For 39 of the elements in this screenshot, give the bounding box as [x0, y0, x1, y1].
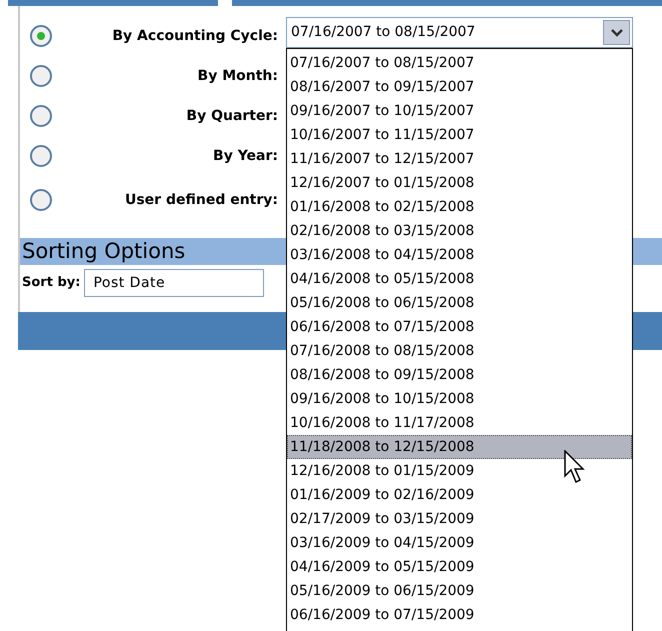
dropdown-option[interactable]: 07/16/2007 to 08/15/2007: [287, 51, 632, 75]
dropdown-option[interactable]: 01/16/2009 to 02/16/2009: [287, 483, 632, 507]
radio-button[interactable]: [30, 105, 52, 127]
dropdown-option[interactable]: 09/16/2007 to 10/15/2007: [287, 99, 632, 123]
dropdown-option[interactable]: 08/16/2007 to 09/15/2007: [287, 75, 632, 99]
dropdown-option[interactable]: 11/16/2007 to 12/15/2007: [287, 147, 632, 171]
dropdown-option[interactable]: 05/16/2009 to 06/15/2009: [287, 579, 632, 603]
dropdown-option[interactable]: 10/16/2008 to 11/17/2008: [287, 411, 632, 435]
radio-button[interactable]: [30, 145, 52, 167]
dropdown-option[interactable]: 03/16/2009 to 04/15/2009: [287, 531, 632, 555]
dropdown-option[interactable]: 03/16/2008 to 04/15/2008: [287, 243, 632, 267]
dropdown-option[interactable]: 08/16/2008 to 09/15/2008: [287, 363, 632, 387]
dropdown-option[interactable]: 04/16/2008 to 05/15/2008: [287, 267, 632, 291]
section-title: Sorting Options: [21, 241, 186, 262]
dropdown-option[interactable]: 10/16/2007 to 11/15/2007: [287, 123, 632, 147]
radio-button[interactable]: [30, 65, 52, 87]
dropdown-option[interactable]: 06/16/2008 to 07/15/2008: [287, 315, 632, 339]
radio-button[interactable]: [30, 25, 52, 47]
dropdown-option[interactable]: 02/16/2008 to 03/15/2008: [287, 219, 632, 243]
sort-by-field[interactable]: Post Date: [84, 269, 264, 297]
dropdown-option[interactable]: 04/16/2009 to 05/15/2009: [287, 555, 632, 579]
option-label: User defined entry:: [124, 190, 278, 210]
option-label: By Month:: [196, 66, 278, 86]
option-label: By Accounting Cycle:: [111, 26, 278, 46]
cycle-select[interactable]: 07/16/2007 to 08/15/2007: [286, 17, 633, 48]
radio-button[interactable]: [30, 189, 52, 211]
mouse-cursor-icon: [563, 450, 585, 486]
dropdown-option[interactable]: 11/18/2008 to 12/15/2008: [287, 435, 632, 459]
dropdown-option[interactable]: 09/16/2008 to 10/15/2008: [287, 387, 632, 411]
option-label: By Quarter:: [185, 106, 278, 126]
dropdown-option[interactable]: 07/16/2008 to 08/15/2008: [287, 339, 632, 363]
option-label: By Year:: [212, 146, 278, 166]
sort-by-label: Sort by:: [22, 274, 80, 292]
dropdown-option[interactable]: 02/17/2009 to 03/15/2009: [287, 507, 632, 531]
dropdown-option[interactable]: 12/16/2007 to 01/15/2008: [287, 171, 632, 195]
dropdown-option[interactable]: 01/16/2008 to 02/15/2008: [287, 195, 632, 219]
dropdown-option[interactable]: 12/16/2008 to 01/15/2009: [287, 459, 632, 483]
dropdown-option[interactable]: 05/16/2008 to 06/15/2008: [287, 291, 632, 315]
dropdown-option[interactable]: 06/16/2009 to 07/15/2009: [287, 603, 632, 627]
